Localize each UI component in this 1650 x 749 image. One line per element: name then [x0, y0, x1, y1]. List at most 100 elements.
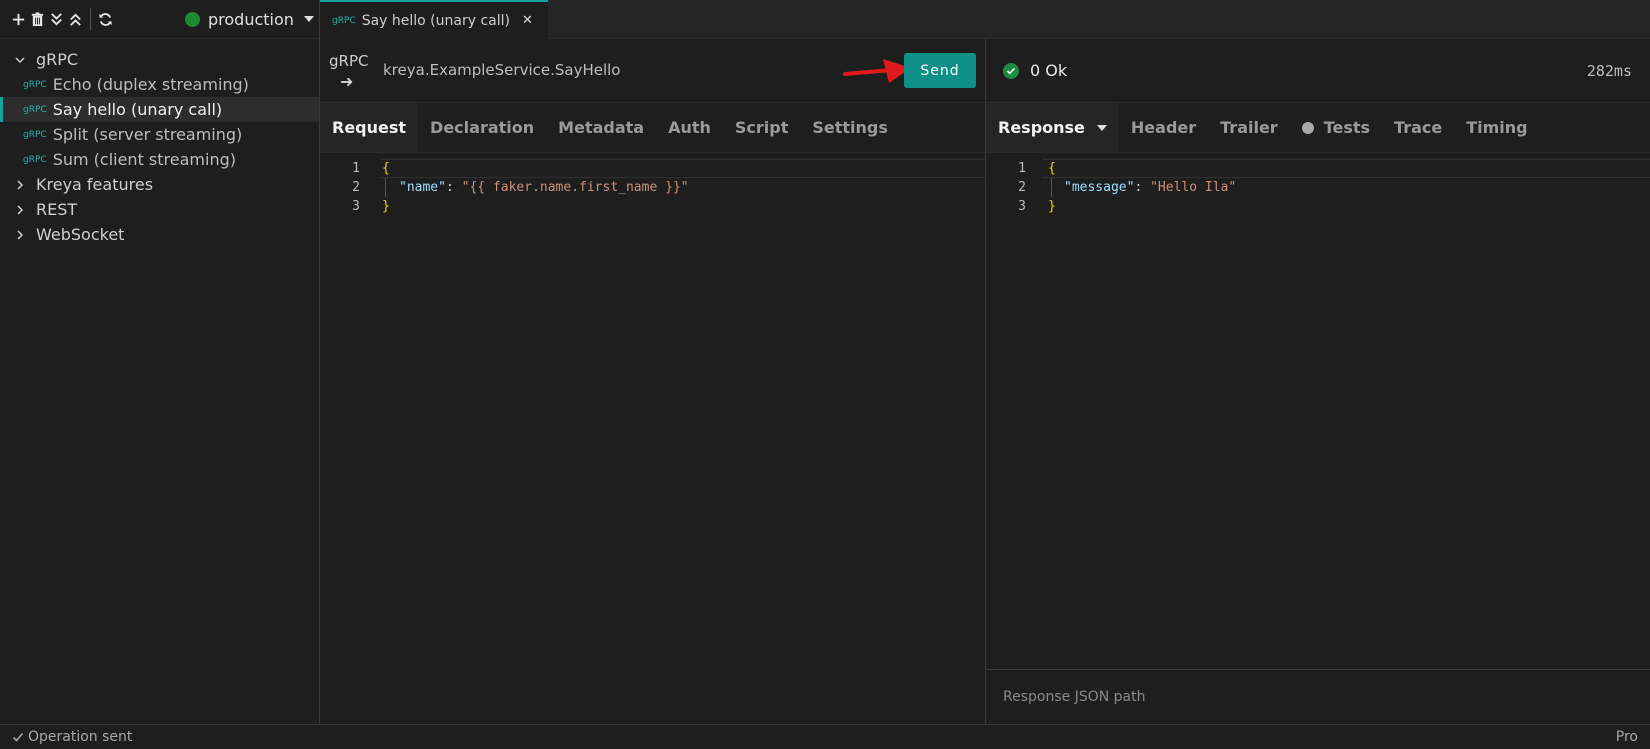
tests-status-dot-icon — [1301, 121, 1314, 134]
refresh-icon[interactable] — [96, 8, 115, 30]
trash-icon[interactable] — [28, 8, 47, 30]
tab-timing[interactable]: Timing — [1454, 103, 1539, 152]
chevron-right-icon — [13, 229, 27, 240]
json-colon: : — [1134, 180, 1151, 195]
indent-guide — [1051, 178, 1052, 197]
code-line: 2 "message": "Hello Ila" — [986, 178, 1650, 197]
method-name[interactable]: kreya.ExampleService.SayHello — [383, 61, 620, 79]
tree-item-label: Split (server streaming) — [52, 125, 243, 144]
toolbar-divider — [90, 8, 91, 30]
response-header: 0 Ok 282ms — [986, 39, 1650, 103]
response-status: 0 Ok — [1030, 61, 1068, 80]
response-tabs: Response Header Trailer Tests Trace Timi… — [986, 103, 1650, 153]
chevron-right-icon — [13, 204, 27, 215]
tab-response-label: Response — [998, 118, 1085, 137]
plan-label[interactable]: Pro — [1616, 729, 1638, 745]
response-body-viewer[interactable]: 1 { 2 "message": "Hello Ila" 3 } — [986, 153, 1650, 216]
json-entry: "name": "{{ faker.name.first_name }}" — [399, 180, 689, 195]
tab-tests[interactable]: Tests — [1290, 103, 1382, 152]
send-button[interactable]: Send — [904, 53, 976, 88]
environment-selector[interactable]: production — [185, 10, 314, 29]
code-line: 2 "name": "{{ faker.name.first_name }}" — [320, 178, 985, 197]
json-key: "message" — [1064, 180, 1135, 195]
line-number: 2 — [1018, 180, 1026, 195]
line-number: 3 — [1018, 199, 1026, 214]
response-json-path-input[interactable]: Response JSON path — [986, 669, 1650, 724]
tree-folder-label: WebSocket — [36, 225, 125, 244]
tab-title: Say hello (unary call) — [361, 12, 510, 29]
line-number: 1 — [1018, 161, 1026, 176]
tab-trailer[interactable]: Trailer — [1208, 103, 1290, 152]
check-circle-icon — [1003, 63, 1019, 79]
json-brace: { — [382, 161, 390, 176]
tab-trace[interactable]: Trace — [1382, 103, 1454, 152]
indent-guide — [385, 178, 386, 197]
tree-item-label: Sum (client streaming) — [52, 150, 236, 169]
tree-item-echo[interactable]: gRPC Echo (duplex streaming) — [0, 72, 319, 97]
grpc-badge: gRPC — [332, 15, 356, 26]
tree-folder-websocket[interactable]: WebSocket — [0, 222, 319, 247]
chevron-down-icon — [1096, 124, 1107, 131]
tree-group-label: gRPC — [36, 50, 79, 69]
line-number: 3 — [352, 199, 360, 214]
request-body-editor[interactable]: 1 { 2 "name": "{{ faker.name.first_name … — [320, 153, 985, 216]
expand-all-icon[interactable] — [66, 8, 85, 30]
code-line: 1 { — [986, 159, 1650, 178]
plus-icon[interactable] — [9, 8, 28, 30]
tree-folder-rest[interactable]: REST — [0, 197, 319, 222]
sidebar-toolbar: production — [0, 0, 319, 39]
tree-folder-label: Kreya features — [36, 175, 154, 194]
close-icon[interactable]: ✕ — [522, 13, 533, 28]
json-value: "Hello Ila" — [1150, 180, 1237, 195]
json-brace: { — [1048, 161, 1056, 176]
json-entry: "message": "Hello Ila" — [1064, 180, 1236, 195]
response-pane: 0 Ok 282ms Response Header Trailer Tests… — [986, 39, 1650, 724]
code-line: 1 { — [320, 159, 985, 178]
environment-status-dot — [185, 11, 200, 27]
tab-header[interactable]: Header — [1119, 103, 1208, 152]
environment-name: production — [208, 9, 294, 29]
check-icon — [12, 732, 24, 742]
status-message: Operation sent — [28, 729, 133, 745]
line-number: 2 — [352, 180, 360, 195]
tab-response[interactable]: Response — [986, 103, 1119, 152]
response-duration: 282ms — [1586, 62, 1632, 80]
request-tabs: Request Declaration Metadata Auth Script… — [320, 103, 985, 153]
tree-item-label: Say hello (unary call) — [52, 100, 223, 119]
kreya-app: production gRPC gRPC Echo (duplex stream… — [0, 0, 1650, 749]
tree-item-label: Echo (duplex streaming) — [52, 75, 249, 94]
chevron-right-icon — [13, 179, 27, 190]
tree-folder-label: REST — [36, 200, 78, 219]
json-colon: : — [445, 180, 462, 195]
operation-tree: gRPC gRPC Echo (duplex streaming) gRPC S… — [0, 39, 319, 247]
json-brace: } — [1048, 199, 1056, 214]
chevron-down-icon — [303, 16, 314, 22]
tree-item-split[interactable]: gRPC Split (server streaming) — [0, 122, 319, 147]
grpc-badge: gRPC — [23, 104, 47, 115]
tab-metadata[interactable]: Metadata — [546, 103, 656, 152]
annotation-arrow-icon — [843, 59, 911, 83]
tab-settings[interactable]: Settings — [800, 103, 900, 152]
grpc-badge: gRPC — [23, 154, 47, 165]
sidebar: production gRPC gRPC Echo (duplex stream… — [0, 0, 320, 724]
status-bar: Operation sent Pro — [0, 724, 1650, 749]
json-brace: } — [382, 199, 390, 214]
tree-item-say-hello[interactable]: gRPC Say hello (unary call) — [0, 97, 319, 122]
request-header: gRPC ➜ kreya.ExampleService.SayHello Sen… — [320, 39, 985, 103]
line-number: 1 — [352, 161, 360, 176]
tree-group-grpc[interactable]: gRPC — [0, 47, 319, 72]
arrow-right-icon: ➜ — [340, 72, 354, 91]
json-value: "{{ faker.name.first_name }}" — [461, 180, 689, 195]
tab-request[interactable]: Request — [320, 103, 419, 152]
tree-folder-kreya-features[interactable]: Kreya features — [0, 172, 319, 197]
request-pane: gRPC ➜ kreya.ExampleService.SayHello Sen… — [320, 39, 986, 724]
tab-say-hello[interactable]: gRPC Say hello (unary call) ✕ — [320, 0, 548, 39]
grpc-badge: gRPC — [23, 129, 47, 140]
editor-tab-bar: gRPC Say hello (unary call) ✕ — [320, 0, 1650, 39]
tab-script[interactable]: Script — [723, 103, 800, 152]
code-line: 3 } — [986, 197, 1650, 216]
tab-auth[interactable]: Auth — [656, 103, 723, 152]
tree-item-sum[interactable]: gRPC Sum (client streaming) — [0, 147, 319, 172]
collapse-all-icon[interactable] — [47, 8, 66, 30]
tab-declaration[interactable]: Declaration — [418, 103, 546, 152]
